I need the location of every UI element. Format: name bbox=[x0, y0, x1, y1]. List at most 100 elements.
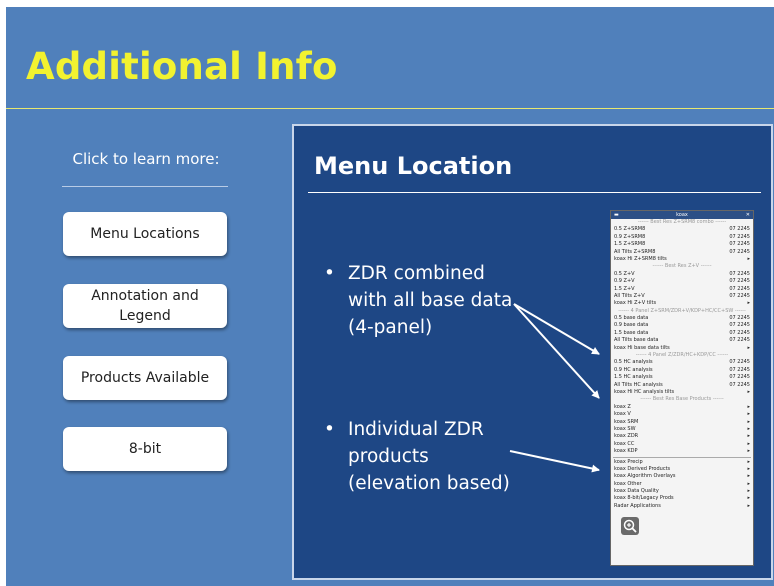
menu-item: 1.5 Z+V 07 2245 bbox=[611, 286, 753, 293]
menu-item-value: ▸ bbox=[747, 502, 750, 509]
menu-item: 0.9 base data 07 2245 bbox=[611, 322, 753, 329]
menu-item-label: All Tilts base data bbox=[614, 337, 659, 344]
annotation-and-legend-button[interactable]: Annotation and Legend bbox=[63, 284, 227, 328]
menu-item-value: 07 2245 bbox=[729, 241, 750, 248]
menu-item: All Tilts Z+V 07 2245 bbox=[611, 293, 753, 300]
menu-item: koax ZDR ▸ bbox=[611, 433, 753, 440]
menu-item-label: koax Algorithm Overlays bbox=[614, 473, 676, 480]
menu-item-value: ▸ bbox=[747, 300, 750, 307]
menu-item-label: 0.9 HC analysis bbox=[614, 366, 653, 373]
menu-item-value: ▸ bbox=[747, 411, 750, 418]
products-available-button[interactable]: Products Available bbox=[63, 356, 227, 400]
arrow-to-base-products bbox=[509, 450, 600, 473]
menu-section-label: ------ Best Res Z+SRM8 combo ------ bbox=[637, 219, 727, 225]
menu-item-value: 07 2245 bbox=[729, 374, 750, 381]
menu-item-label: koax V bbox=[614, 411, 631, 418]
menu-item-label: All Tilts Z+SRM8 bbox=[614, 248, 656, 255]
menu-item-value: ▸ bbox=[747, 480, 750, 487]
menu-item-label: 0.9 Z+SRM8 bbox=[614, 233, 646, 240]
menu-item: koax Hi Z+SRM8 tilts ▸ bbox=[611, 256, 753, 263]
menu-item: koax Z ▸ bbox=[611, 404, 753, 411]
menu-locations-button[interactable]: Menu Locations bbox=[63, 212, 227, 256]
menu-item-value: ▸ bbox=[747, 440, 750, 447]
menu-item: koax 8-bit/Legacy Prods ▸ bbox=[611, 495, 753, 502]
menu-item-value: 07 2245 bbox=[729, 278, 750, 285]
menu-item: koax CC ▸ bbox=[611, 441, 753, 448]
menu-section-header: ------ 4 Panel Z/ZDR/HC+KDP/CC ------ bbox=[611, 352, 753, 359]
8-bit-button[interactable]: 8-bit bbox=[63, 427, 227, 471]
zoom-icon[interactable] bbox=[621, 517, 639, 535]
menu-item-label: All Tilts Z+V bbox=[614, 292, 645, 299]
menu-item-label: koax Hi base data tilts bbox=[614, 344, 670, 351]
menu-item-label: All Tilts HC analysis bbox=[614, 381, 663, 388]
menu-item-label: koax KDP bbox=[614, 448, 638, 455]
menu-item-value: ▸ bbox=[747, 425, 750, 432]
menu-item-value: ▸ bbox=[747, 448, 750, 455]
menu-item-value: 07 2245 bbox=[729, 359, 750, 366]
menu-item-value: 07 2245 bbox=[729, 366, 750, 373]
menu-item-label: 1.5 base data bbox=[614, 329, 649, 336]
menu-item-value: ▸ bbox=[747, 433, 750, 440]
menu-section-label: ------ Best Res Z+V ------ bbox=[652, 263, 712, 270]
menu-item: All Tilts HC analysis 07 2245 bbox=[611, 382, 753, 389]
menu-item-value: 07 2245 bbox=[729, 285, 750, 292]
menu-item-label: koax CC bbox=[614, 440, 635, 447]
menu-item: koax Hi base data tilts ▸ bbox=[611, 345, 753, 352]
menu-item: 1.5 Z+SRM8 07 2245 bbox=[611, 241, 753, 248]
menu-item-label: 0.5 base data bbox=[614, 315, 649, 322]
menu-item-label: 1.5 Z+V bbox=[614, 285, 635, 292]
menu-item: koax KDP ▸ bbox=[611, 448, 753, 455]
menu-section-label: ------ 4 Panel Z+SRM/ZDR+V/KDP+HC/CC+SW … bbox=[618, 307, 746, 314]
menu-item: koax Hi HC analysis tilts ▸ bbox=[611, 389, 753, 396]
menu-item-label: 1.5 HC analysis bbox=[614, 374, 653, 381]
menu-item: koax Derived Products ▸ bbox=[611, 466, 753, 473]
menu-item-label: 0.9 base data bbox=[614, 322, 649, 329]
menu-item: 0.9 HC analysis 07 2245 bbox=[611, 367, 753, 374]
menu-item-label: koax Data Quality bbox=[614, 488, 659, 495]
menu-item: koax Other ▸ bbox=[611, 481, 753, 488]
menu-item: koax Hi Z+V tilts ▸ bbox=[611, 300, 753, 307]
menu-item-value: ▸ bbox=[747, 465, 750, 472]
menu-item-label: koax SRM bbox=[614, 418, 639, 425]
menu-item-value: 07 2245 bbox=[729, 270, 750, 277]
menu-item: koax SW ▸ bbox=[611, 426, 753, 433]
menu-section-label: ------ 4 Panel Z/ZDR/HC+KDP/CC ------ bbox=[635, 352, 729, 359]
menu-item: 1.5 base data 07 2245 bbox=[611, 330, 753, 337]
menu-item: koax Precip ▸ bbox=[611, 459, 753, 466]
menu-item-label: Radar Applications bbox=[614, 502, 661, 509]
menu-item-label: koax 8-bit/Legacy Prods bbox=[614, 495, 674, 502]
menu-item-value: 07 2245 bbox=[729, 337, 750, 344]
menu-item-value: ▸ bbox=[747, 388, 750, 395]
menu-item-label: 0.5 Z+SRM8 bbox=[614, 226, 646, 233]
menu-item: koax Data Quality ▸ bbox=[611, 488, 753, 495]
menu-item: 0.5 Z+SRM8 07 2245 bbox=[611, 226, 753, 233]
menu-item: koax V ▸ bbox=[611, 411, 753, 418]
menu-item-value: ▸ bbox=[747, 418, 750, 425]
menu-item: All Tilts Z+SRM8 07 2245 bbox=[611, 249, 753, 256]
menu-item-value: 07 2245 bbox=[729, 248, 750, 255]
menu-section-header: ------ 4 Panel Z+SRM/ZDR+V/KDP+HC/CC+SW … bbox=[611, 308, 753, 315]
menu-item: 0.5 Z+V 07 2245 bbox=[611, 271, 753, 278]
menu-item-label: koax Precip bbox=[614, 458, 643, 465]
menu-item-value: ▸ bbox=[747, 403, 750, 410]
menu-item: Radar Applications ▸ bbox=[611, 503, 753, 510]
menu-item: 0.5 HC analysis 07 2245 bbox=[611, 359, 753, 366]
menu-item-value: ▸ bbox=[747, 495, 750, 502]
menu-item-label: koax Z bbox=[614, 403, 631, 410]
menu-item-value: 07 2245 bbox=[729, 329, 750, 336]
menu-item-label: koax Hi HC analysis tilts bbox=[614, 388, 675, 395]
menu-item: koax Algorithm Overlays ▸ bbox=[611, 473, 753, 480]
menu-item-value: 07 2245 bbox=[729, 233, 750, 240]
menu-item-value: ▸ bbox=[747, 488, 750, 495]
menu-item-label: koax Hi Z+SRM8 tilts bbox=[614, 255, 667, 262]
menu-item: 0.5 base data 07 2245 bbox=[611, 315, 753, 322]
menu-titlebar: ▬ koax ✕ bbox=[611, 211, 753, 219]
slide: Additional Info Click to learn more: Men… bbox=[6, 7, 774, 586]
title-divider bbox=[6, 108, 774, 109]
menu-item-label: 0.5 HC analysis bbox=[614, 359, 653, 366]
menu-item-value: 07 2245 bbox=[729, 322, 750, 329]
menu-item: 0.9 Z+V 07 2245 bbox=[611, 278, 753, 285]
menu-item: 0.9 Z+SRM8 07 2245 bbox=[611, 234, 753, 241]
menu-window-title: koax bbox=[676, 212, 688, 218]
menu-item: 1.5 HC analysis 07 2245 bbox=[611, 374, 753, 381]
